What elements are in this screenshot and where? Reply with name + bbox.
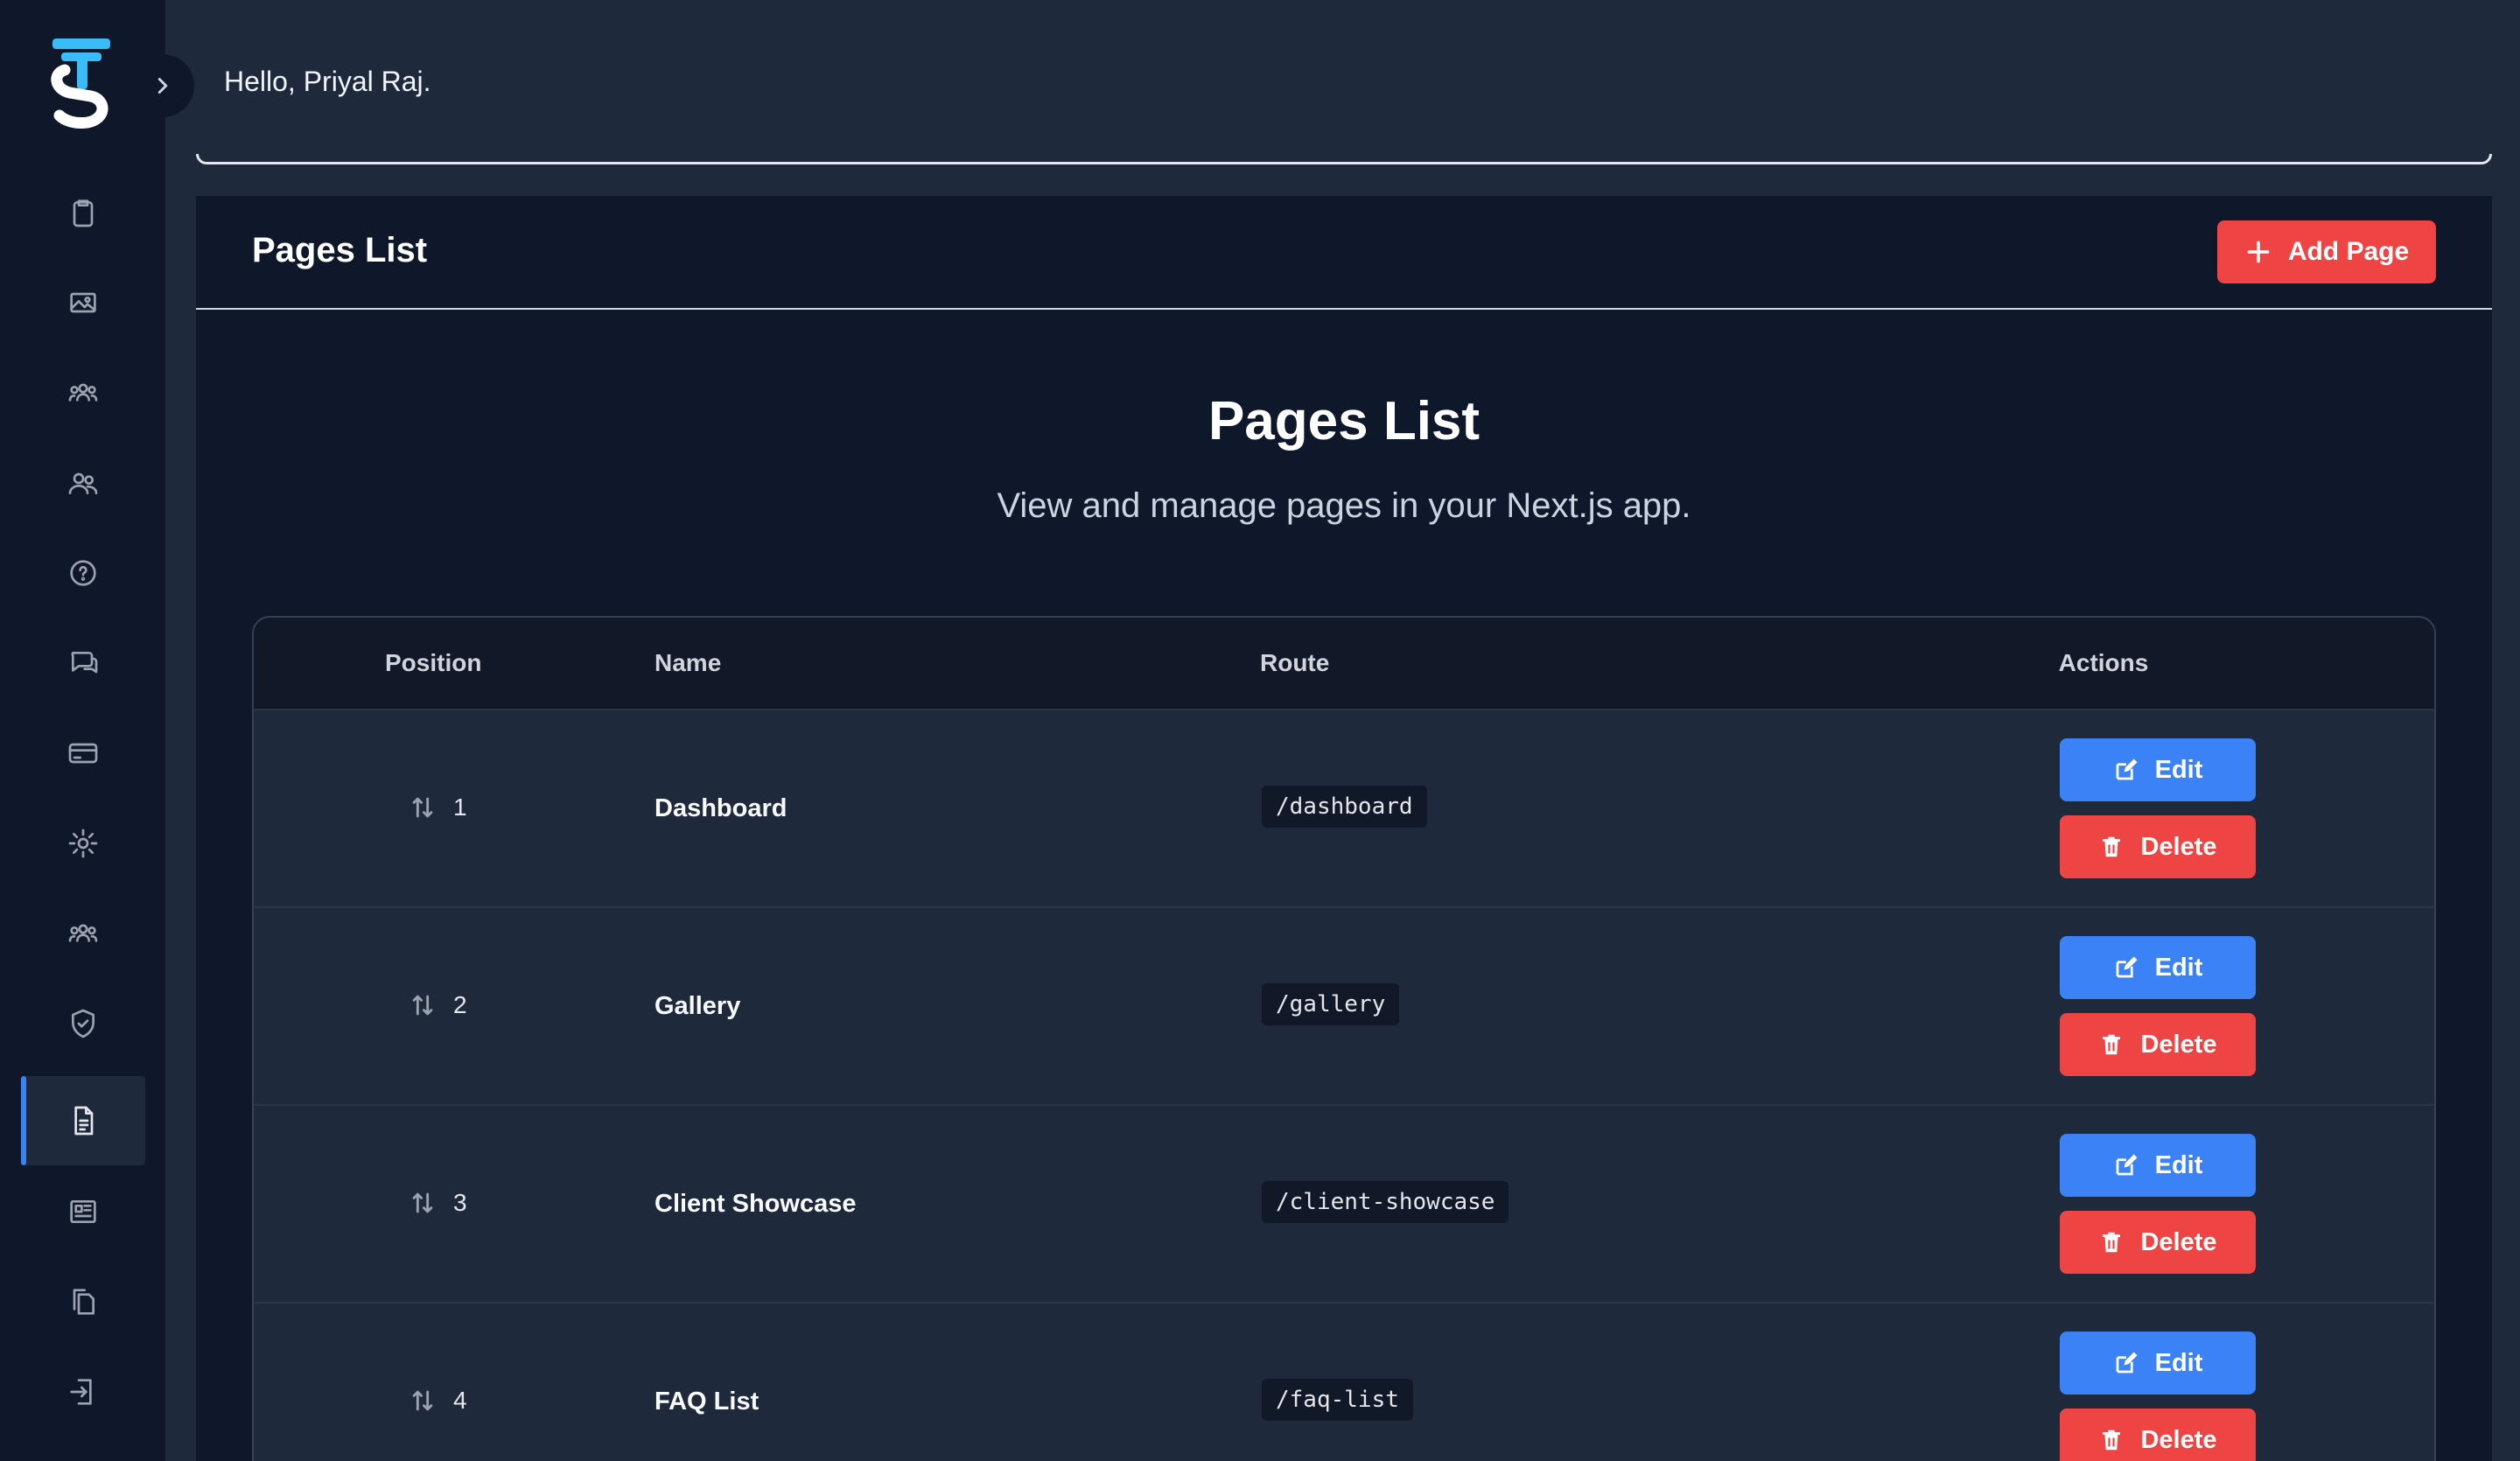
sidebar-toggle-button[interactable]	[131, 54, 194, 117]
page-name: Client Showcase	[654, 1190, 857, 1218]
edit-button[interactable]: Edit	[2060, 1332, 2256, 1395]
sidebar-item-chat[interactable]	[21, 619, 145, 708]
edit-label: Edit	[2154, 755, 2203, 784]
table-row: 1 Dashboard /dashboard Edit Delete	[254, 710, 2434, 908]
delete-label: Delete	[2140, 832, 2217, 861]
image-icon	[70, 292, 96, 313]
sidebar-item-copy[interactable]	[21, 1257, 145, 1346]
page-title: Pages List	[1208, 391, 1480, 451]
edit-icon	[2116, 758, 2138, 780]
page-name: FAQ List	[654, 1388, 760, 1416]
sidebar-item-faq[interactable]	[21, 528, 145, 618]
app-root: Hello, Priyal Raj. Pages List Add Page P…	[0, 0, 2520, 1461]
copy-icon	[73, 1289, 94, 1315]
sidebar-item-clipboard[interactable]	[21, 168, 145, 257]
page-name: Dashboard	[654, 794, 788, 822]
trash-icon	[2103, 1430, 2121, 1451]
edit-label: Edit	[2154, 953, 2203, 982]
greeting-text: Hello, Priyal Raj.	[224, 66, 431, 97]
delete-button[interactable]: Delete	[2060, 1013, 2256, 1076]
sidebar-item-team[interactable]	[21, 889, 145, 978]
sidebar-item-billing[interactable]	[21, 709, 145, 798]
panel-header: Pages List Add Page	[196, 196, 2492, 310]
column-header-route: Route	[1260, 649, 1330, 676]
position-value: 4	[453, 1387, 467, 1414]
table-row: 2 Gallery /gallery Edit Delete	[254, 908, 2434, 1106]
pages-panel: Pages List Add Page Pages List View and …	[196, 196, 2492, 1461]
document-icon	[74, 1106, 94, 1136]
edit-button[interactable]: Edit	[2060, 936, 2256, 999]
sidebar-item-pages[interactable]	[21, 1076, 145, 1165]
sidebar-item-settings[interactable]	[21, 799, 145, 888]
question-icon	[70, 560, 96, 586]
page-subtitle: View and manage pages in your Next.js ap…	[997, 486, 1691, 525]
gear-icon	[68, 828, 98, 858]
panel-title: Pages List	[252, 231, 428, 269]
chevron-right-icon	[158, 78, 168, 94]
header-divider	[196, 154, 2492, 164]
add-page-button[interactable]: Add Page	[2217, 220, 2436, 283]
delete-label: Delete	[2140, 1030, 2217, 1059]
delete-label: Delete	[2140, 1227, 2217, 1256]
sidebar-item-security[interactable]	[21, 979, 145, 1068]
table-row: 4 FAQ List /faq-list Edit Delete	[254, 1304, 2434, 1461]
logo-icon	[51, 38, 110, 129]
sidebar-item-logout[interactable]	[21, 1347, 145, 1437]
edit-button[interactable]: Edit	[2060, 1134, 2256, 1197]
edit-label: Edit	[2154, 1348, 2203, 1377]
drag-handle[interactable]: 1	[408, 793, 467, 822]
position-value: 3	[453, 1189, 467, 1216]
table-header: Position Name Route Actions	[254, 618, 2434, 710]
credit-card-icon	[68, 743, 98, 764]
drag-handle[interactable]: 2	[408, 990, 467, 1020]
sort-arrows-icon	[412, 1390, 433, 1411]
logout-icon	[70, 1379, 92, 1405]
delete-label: Delete	[2140, 1425, 2217, 1454]
page-route: /client-showcase	[1262, 1181, 1509, 1223]
sidebar-item-gallery[interactable]	[21, 258, 145, 347]
page-route: /faq-list	[1262, 1379, 1413, 1421]
sidebar-item-users-group[interactable]	[21, 348, 145, 437]
pages-table: Position Name Route Actions 1 Dashboard …	[252, 616, 2436, 1461]
drag-handle[interactable]: 3	[408, 1188, 467, 1218]
column-header-name: Name	[654, 649, 722, 676]
page-route: /dashboard	[1262, 786, 1427, 828]
edit-label: Edit	[2154, 1150, 2203, 1179]
sort-arrows-icon	[412, 1192, 433, 1213]
sort-arrows-icon	[412, 797, 433, 818]
column-header-actions: Actions	[2058, 649, 2149, 676]
add-page-label: Add Page	[2287, 237, 2410, 266]
edit-icon	[2116, 956, 2138, 978]
edit-button[interactable]: Edit	[2060, 738, 2256, 801]
users-group-icon	[68, 383, 98, 402]
page-route: /gallery	[1262, 983, 1400, 1025]
delete-button[interactable]: Delete	[2060, 1211, 2256, 1274]
trash-icon	[2103, 1232, 2121, 1253]
chat-icon	[71, 652, 98, 674]
drag-handle[interactable]: 4	[408, 1386, 467, 1416]
team-icon	[68, 924, 98, 942]
sidebar	[0, 0, 166, 1461]
sidebar-item-news[interactable]	[21, 1167, 145, 1256]
position-value: 2	[453, 991, 467, 1018]
table-row: 3 Client Showcase /client-showcase Edit …	[254, 1106, 2434, 1304]
sidebar-item-users[interactable]	[21, 438, 145, 528]
trash-icon	[2103, 836, 2121, 857]
column-header-position: Position	[385, 649, 482, 676]
brand-logo[interactable]	[49, 35, 119, 131]
trash-icon	[2103, 1034, 2121, 1055]
edit-icon	[2116, 1154, 2138, 1176]
plus-icon	[2247, 241, 2270, 263]
delete-button[interactable]: Delete	[2060, 815, 2256, 878]
clipboard-icon	[73, 199, 94, 227]
position-value: 1	[453, 793, 467, 821]
newspaper-icon	[70, 1200, 96, 1223]
page-name: Gallery	[654, 992, 741, 1020]
sort-arrows-icon	[412, 995, 433, 1016]
shield-check-icon	[72, 1009, 94, 1038]
edit-icon	[2116, 1352, 2138, 1374]
users-icon	[68, 472, 98, 494]
delete-button[interactable]: Delete	[2060, 1409, 2256, 1461]
